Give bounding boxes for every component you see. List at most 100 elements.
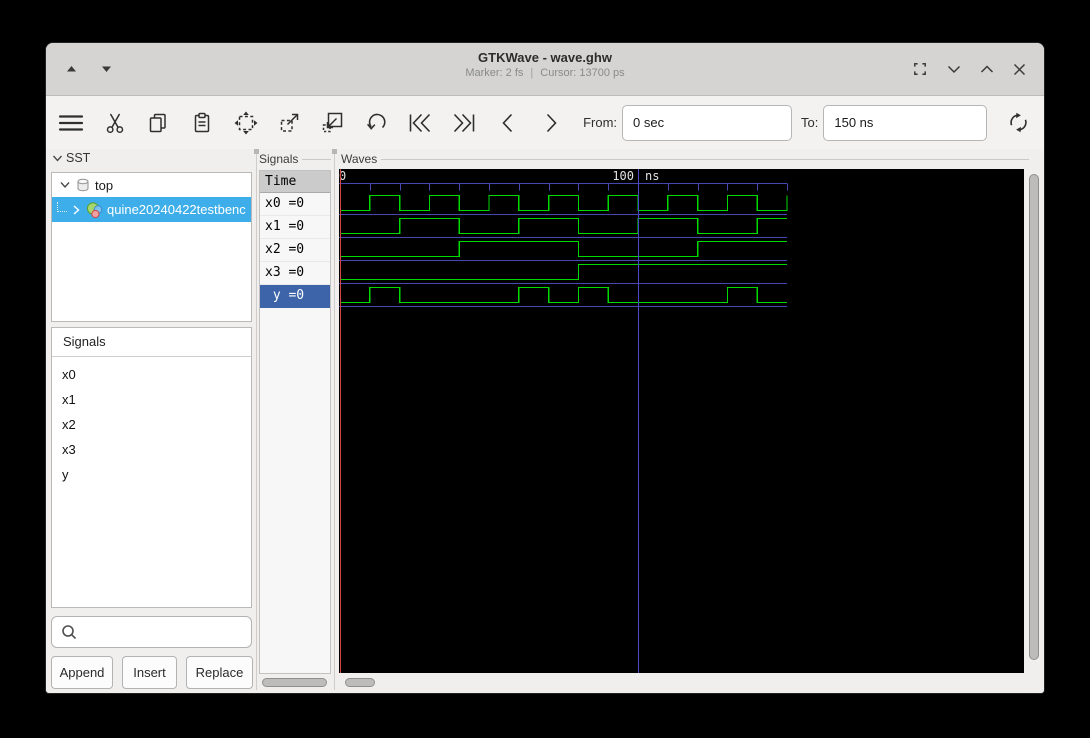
expander-right-icon[interactable] [70, 204, 82, 216]
paste-button[interactable] [184, 102, 220, 144]
cut-icon [106, 113, 123, 133]
chevron-down-icon [947, 65, 961, 73]
scrollbar-thumb[interactable] [262, 678, 327, 687]
titlebar-right-controls [910, 43, 1028, 95]
scrollbar-thumb[interactable] [345, 678, 375, 687]
to-last-edge-button[interactable] [446, 102, 482, 144]
sst-tree-panel[interactable]: top quine20240422testbenc [51, 172, 252, 322]
titlebar[interactable]: GTKWave - wave.ghw Marker: 2 fs | Cursor: … [46, 43, 1044, 96]
expander-down-icon[interactable] [59, 179, 71, 191]
signal-item-x2[interactable]: x2 [52, 412, 251, 437]
step-right-button[interactable] [533, 102, 569, 144]
close-icon [1013, 63, 1026, 75]
close-button[interactable] [1011, 61, 1028, 78]
main-toolbar: From: To: [46, 96, 1044, 149]
wave-signal-row-x2[interactable]: x2 =0 [260, 239, 330, 262]
reload-icon [1010, 112, 1027, 133]
reload-button[interactable] [1000, 102, 1036, 144]
copy-icon [149, 113, 166, 132]
signal-list-frame-text: Signals [259, 152, 299, 166]
svg-text:ns: ns [645, 169, 659, 183]
tree-item-testbench[interactable]: quine20240422testbenc [52, 197, 251, 222]
wave-signal-row-x3[interactable]: x3 =0 [260, 262, 330, 285]
zoom-fit-icon [234, 111, 258, 134]
minimize-button[interactable] [945, 63, 963, 76]
scrollbar-thumb[interactable] [1029, 174, 1039, 660]
menu-button[interactable] [53, 102, 89, 144]
tree-branch-line [57, 201, 67, 212]
copy-button[interactable] [140, 102, 176, 144]
tree-item-label: quine20240422testbenc [107, 202, 246, 217]
wave-signal-rows: x0 =0 x1 =0 x2 =0 x3 =0 y =0 [260, 193, 330, 308]
window-status: Marker: 2 fs | Cursor: 13700 ps [46, 66, 1044, 81]
signal-item-x1[interactable]: x1 [52, 387, 251, 412]
zoom-in-button[interactable] [271, 102, 307, 144]
tree-item-top[interactable]: top [52, 173, 251, 197]
signal-search-box[interactable] [51, 616, 266, 648]
signal-search-input[interactable] [78, 617, 266, 647]
chevron-right-icon [547, 113, 557, 132]
to-label: To: [801, 115, 819, 130]
titlebar-left-controls [64, 43, 114, 95]
insert-button[interactable]: Insert [122, 656, 177, 689]
chevron-up-icon [980, 64, 994, 73]
triangle-down-icon [102, 66, 111, 72]
from-label: From: [583, 115, 618, 130]
step-left-button[interactable] [490, 102, 526, 144]
waves-vscrollbar[interactable] [1028, 170, 1041, 673]
fullscreen-icon [914, 63, 926, 75]
shade-up-button[interactable] [64, 63, 79, 75]
expander-down-icon [52, 155, 63, 162]
tree-item-label: top [95, 177, 114, 193]
zoom-in-icon [280, 113, 298, 132]
sst-label: SST [66, 151, 91, 165]
signals-panel: Signals x0 x1 x2 x3 y [51, 327, 252, 608]
wave-signal-row-x0[interactable]: x0 =0 [260, 193, 330, 216]
skip-to-end-icon [453, 113, 475, 132]
gtkwave-window: GTKWave - wave.ghw Marker: 2 fs | Cursor: … [45, 42, 1045, 694]
paste-icon [194, 112, 210, 132]
time-header[interactable]: Time [260, 171, 330, 193]
cursor-status: Cursor: 13700 ps [540, 67, 625, 79]
pane-splitter-right[interactable] [332, 149, 337, 690]
window-title: GTKWave - wave.ghw [478, 50, 612, 65]
signal-item-x0[interactable]: x0 [52, 362, 251, 387]
waveform-plot: 0 100 ns [339, 169, 788, 673]
from-input[interactable] [622, 104, 793, 141]
skip-to-start-icon [409, 113, 431, 132]
zoom-fit-button[interactable] [228, 102, 264, 144]
undo-button[interactable] [359, 102, 395, 144]
fullscreen-button[interactable] [910, 59, 930, 79]
waves-frame-label: Waves [341, 152, 1029, 166]
signals-available-list: x0 x1 x2 x3 y [52, 357, 251, 487]
wave-signal-row-x1[interactable]: x1 =0 [260, 216, 330, 239]
maximize-button[interactable] [978, 63, 996, 76]
signal-item-x3[interactable]: x3 [52, 437, 251, 462]
zoom-out-button[interactable] [315, 102, 351, 144]
sst-header[interactable]: SST [52, 151, 90, 165]
shade-down-button[interactable] [99, 63, 114, 75]
chevron-left-icon [501, 113, 512, 132]
marker-status: Marker: 2 fs [465, 67, 524, 79]
waves-hscrollbar[interactable] [339, 677, 1024, 688]
svg-text:100: 100 [612, 169, 634, 183]
cut-button[interactable] [97, 102, 133, 144]
wave-signal-row-y[interactable]: y =0 [260, 285, 330, 308]
replace-button[interactable]: Replace [186, 656, 253, 689]
wave-signal-name-list[interactable]: Time x0 =0 x1 =0 x2 =0 x3 =0 y =0 [259, 170, 331, 674]
menu-icon [58, 114, 83, 131]
module-hierarchy-icon [86, 201, 103, 218]
signal-list-hscrollbar[interactable] [259, 677, 331, 688]
titlebar-titles: GTKWave - wave.ghw Marker: 2 fs | Cursor: … [46, 49, 1044, 81]
signal-item-y[interactable]: y [52, 462, 251, 487]
signals-panel-title: Signals [52, 328, 251, 357]
append-button[interactable]: Append [51, 656, 113, 689]
waves-frame-text: Waves [341, 152, 378, 166]
search-icon [62, 625, 77, 640]
module-top-icon [77, 178, 89, 192]
main-content: SST top quine20240422testbenc Signals x0… [46, 149, 1044, 693]
signal-list-frame-label: Signals [259, 152, 331, 166]
to-first-edge-button[interactable] [402, 102, 438, 144]
to-input[interactable] [823, 104, 988, 141]
waveform-canvas[interactable]: 0 100 ns [339, 169, 1024, 673]
